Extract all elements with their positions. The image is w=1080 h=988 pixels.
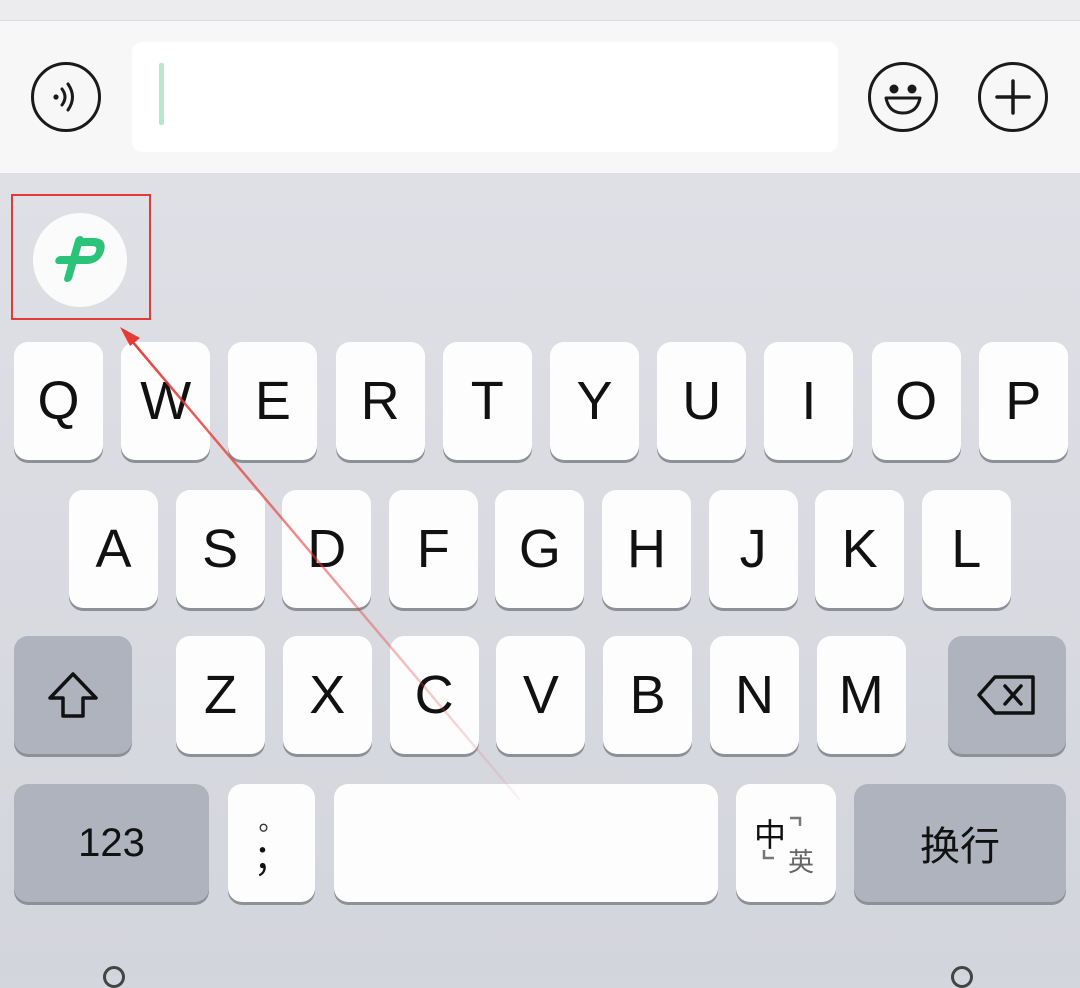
top-strip: [0, 0, 1080, 21]
key-z[interactable]: Z: [176, 636, 265, 754]
message-input[interactable]: [132, 42, 838, 152]
shift-key[interactable]: [14, 636, 132, 754]
key-c[interactable]: C: [389, 636, 479, 754]
key-q[interactable]: Q: [14, 342, 103, 460]
key-d[interactable]: D: [282, 490, 372, 608]
key-u[interactable]: U: [657, 342, 747, 460]
punctuation-bottom: ；: [253, 837, 290, 878]
backspace-icon: [977, 675, 1035, 715]
emoji-button[interactable]: [868, 62, 938, 132]
language-switch-key[interactable]: 中 英: [736, 784, 836, 902]
voice-wave-icon: [53, 82, 74, 112]
key-s[interactable]: S: [175, 490, 265, 608]
space-key[interactable]: [334, 784, 718, 902]
key-a[interactable]: A: [69, 490, 158, 608]
key-o[interactable]: O: [871, 342, 961, 460]
plus-icon: [995, 79, 1031, 115]
voice-input-button[interactable]: [31, 62, 101, 132]
key-g[interactable]: G: [495, 490, 585, 608]
key-l[interactable]: L: [921, 490, 1011, 608]
key-t[interactable]: T: [442, 342, 532, 460]
key-r[interactable]: R: [335, 342, 425, 460]
keyboard: QWERTYUIOP ASDFGHJKL ZXCVBNM 123 。 ； 中 英…: [0, 173, 1080, 988]
key-e[interactable]: E: [228, 342, 318, 460]
key-h[interactable]: H: [602, 490, 691, 608]
key-w[interactable]: W: [121, 342, 211, 460]
smiley-icon: [884, 84, 922, 115]
switch-bracket-icon: [762, 816, 802, 860]
shift-arrow-icon: [48, 672, 98, 718]
key-j[interactable]: J: [708, 490, 798, 608]
key-v[interactable]: V: [496, 636, 586, 754]
key-f[interactable]: F: [388, 490, 478, 608]
chat-input-bar: [0, 21, 1080, 173]
text-caret: [159, 63, 164, 125]
backspace-key[interactable]: [948, 636, 1066, 754]
more-button[interactable]: [978, 62, 1048, 132]
key-p[interactable]: P: [978, 342, 1068, 460]
return-key[interactable]: 换行: [854, 784, 1066, 902]
numbers-key[interactable]: 123: [14, 784, 209, 902]
mic-hint-icon: [951, 966, 973, 988]
key-k[interactable]: K: [815, 490, 905, 608]
punctuation-key[interactable]: 。 ；: [228, 784, 315, 902]
globe-hint-icon: [103, 966, 125, 988]
key-n[interactable]: N: [710, 636, 799, 754]
key-b[interactable]: B: [603, 636, 693, 754]
key-i[interactable]: I: [764, 342, 854, 460]
annotation-highlight-box: [11, 194, 151, 320]
key-x[interactable]: X: [282, 636, 372, 754]
punctuation-top: 。: [258, 806, 285, 836]
key-y[interactable]: Y: [550, 342, 639, 460]
key-m[interactable]: M: [816, 636, 906, 754]
